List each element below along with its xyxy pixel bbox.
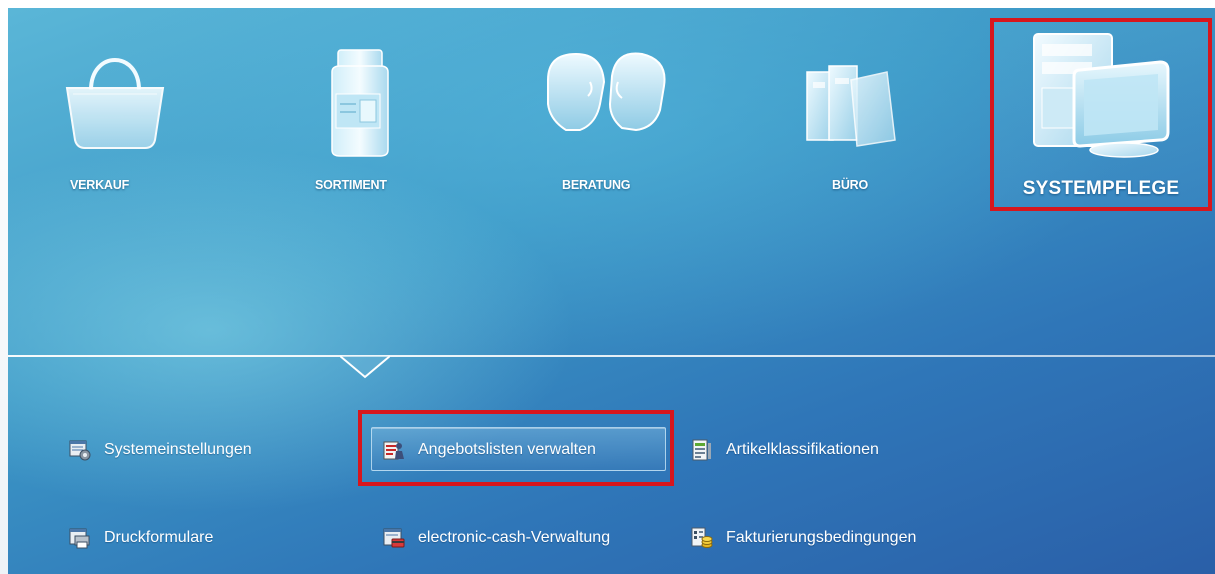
offer-list-icon — [383, 439, 405, 461]
folders-icon — [806, 65, 896, 147]
shopping-bag-icon — [65, 58, 165, 149]
ec-window-icon — [383, 527, 405, 549]
medicine-jar-icon — [331, 49, 389, 157]
submenu-item-artikelklassifikationen[interactable]: Artikelklassifikationen — [691, 430, 879, 470]
window-top-edge — [0, 0, 1215, 8]
submenu-label: electronic-cash-Verwaltung — [418, 529, 611, 546]
computer-icon — [1033, 33, 1170, 158]
nav-item-systempflege[interactable]: SYSTEMPFLEGE — [990, 18, 1212, 211]
nav-label-sortiment: SORTIMENT — [315, 178, 387, 192]
section-divider — [8, 355, 1215, 357]
nav-label-beratung: BERATUNG — [562, 178, 631, 192]
consultation-heads-icon — [547, 52, 666, 132]
nav-item-verkauf[interactable]: VERKAUF — [55, 20, 235, 220]
submenu-item-angebotslisten-verwalten[interactable]: Angebotslisten verwalten — [383, 430, 596, 470]
systempflege-screen: VERKAUF SORTIMENT BERATUNG BÜRO SYSTEMPF… — [0, 0, 1215, 574]
billing-coins-icon — [691, 527, 713, 549]
submenu-item-druckformulare[interactable]: Druckformulare — [69, 518, 213, 558]
submenu-label: Druckformulare — [104, 529, 214, 546]
submenu-label: Fakturierungsbedingungen — [726, 529, 917, 546]
chevron-down-icon — [340, 355, 390, 379]
nav-label-buero: BÜRO — [832, 178, 869, 192]
submenu-label: Artikelklassifikationen — [726, 441, 879, 458]
classification-list-icon — [691, 439, 713, 461]
settings-window-icon — [69, 439, 91, 461]
nav-item-beratung[interactable]: BERATUNG — [530, 20, 710, 220]
print-form-icon — [69, 527, 91, 549]
submenu-label: Angebotslisten verwalten — [418, 441, 596, 458]
submenu-item-systemeinstellungen[interactable]: Systemeinstellungen — [69, 430, 252, 470]
submenu-label: Systemeinstellungen — [104, 441, 252, 458]
nav-label-verkauf: VERKAUF — [70, 178, 130, 192]
nav-item-sortiment[interactable]: SORTIMENT — [290, 20, 470, 220]
window-left-edge — [0, 0, 8, 574]
submenu-item-electronic-cash-verwaltung[interactable]: electronic-cash-Verwaltung — [383, 518, 610, 558]
nav-item-buero[interactable]: BÜRO — [795, 20, 975, 220]
submenu-item-fakturierungsbedingungen[interactable]: Fakturierungsbedingungen — [691, 518, 916, 558]
nav-label-systempflege: SYSTEMPFLEGE — [1022, 178, 1180, 199]
